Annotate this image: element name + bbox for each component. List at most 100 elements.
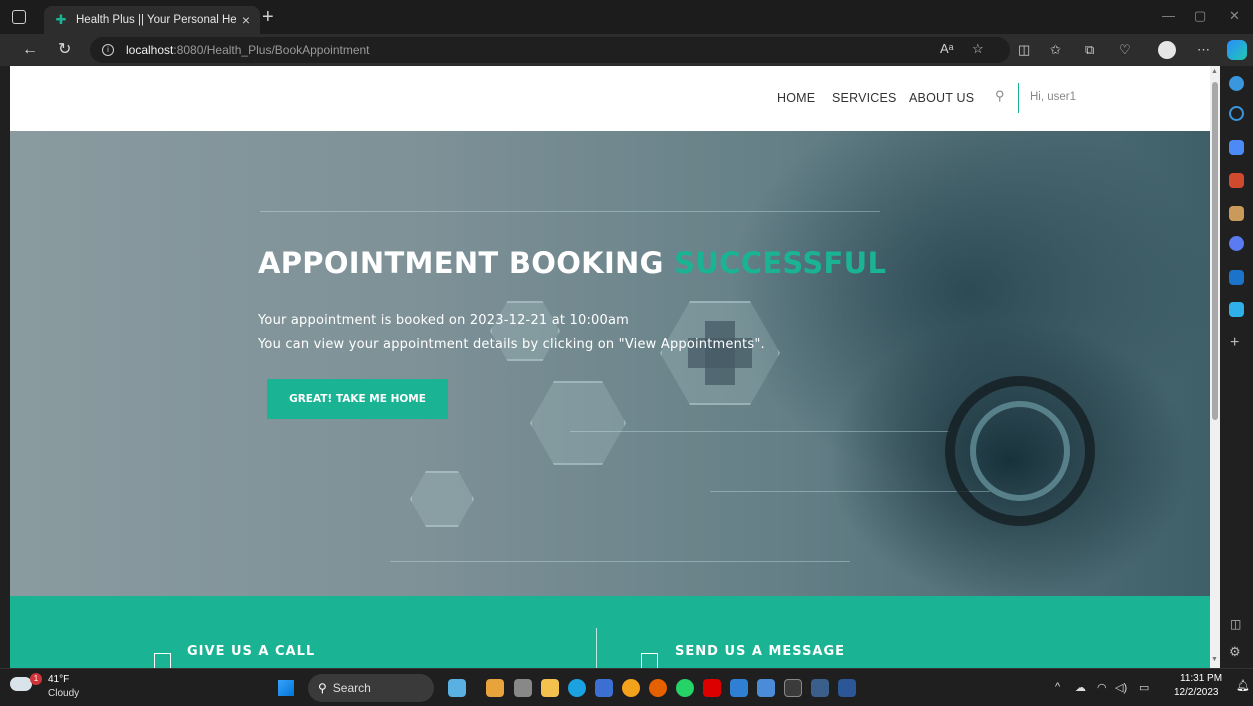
notifications-bell-icon[interactable]: 🔔︎ [1236,679,1250,692]
page-scrollbar[interactable]: ▲ ▼ [1210,66,1220,668]
contact-strip: GIVE US A CALL SEND US A MESSAGE [10,596,1210,668]
task-view-icon[interactable] [514,679,532,697]
favorites-icon[interactable]: ✩ [1050,42,1061,58]
close-window-icon[interactable]: ✕ [1229,8,1240,24]
circuit-line [710,491,990,492]
file-explorer-icon[interactable] [541,679,559,697]
nav-divider [1018,83,1019,113]
weather-temperature[interactable]: 41°F [48,674,69,685]
outlook-icon[interactable] [1229,270,1244,285]
back-icon[interactable]: ← [22,40,38,60]
clock-date[interactable]: 12/2/2023 [1174,687,1219,698]
sidebar-settings-icon[interactable]: ⚙ [1229,644,1241,660]
clock-time[interactable]: 11:31 PM [1180,673,1222,684]
teams-icon[interactable] [486,679,504,697]
scroll-thumb[interactable] [1212,82,1218,420]
minimize-icon[interactable]: — [1162,8,1175,23]
tools-icon[interactable] [1229,173,1244,188]
edge-browser-icon[interactable] [568,679,586,697]
view-appointments-hint: You can view your appointment details by… [258,337,765,352]
tab-title: Health Plus || Your Personal Healt [76,14,236,26]
circuit-line [390,561,850,562]
battery-icon[interactable]: ▭ [1139,681,1149,694]
stethoscope-chestpiece [970,401,1070,501]
netflix-icon[interactable] [703,679,721,697]
weather-badge: 1 [30,673,42,685]
site-info-icon[interactable]: i [102,44,114,56]
copilot-icon[interactable] [1227,40,1247,60]
onedrive-icon[interactable]: ☁ [1075,681,1086,694]
widgets-icon[interactable] [448,679,466,697]
browser-tab[interactable]: ✚ Health Plus || Your Personal Healt × [44,6,260,34]
more-options-icon[interactable]: ⋯ [1197,42,1210,58]
read-aloud-icon[interactable]: Aᵃ [940,41,954,56]
terminal-icon[interactable] [784,679,802,697]
search-icon[interactable]: ⚲ [995,88,1005,104]
user-greeting[interactable]: Hi, user1 [1030,91,1076,103]
wifi-icon[interactable]: ◠ [1097,681,1107,694]
cloud-weather-icon[interactable] [10,677,32,691]
word-icon[interactable] [838,679,856,697]
give-us-a-call-label: GIVE US A CALL [187,644,316,659]
hero-title-main: APPOINTMENT BOOKING [258,246,664,280]
tab-actions-icon[interactable] [12,10,26,24]
small-hexagon [410,471,474,527]
shopping-tag-icon[interactable] [1229,140,1244,155]
drop-icon[interactable] [1229,302,1244,317]
site-header: HOME SERVICES ABOUT US ⚲ Hi, user1 [10,66,1210,131]
chrome-icon[interactable] [622,679,640,697]
browser-essentials-icon[interactable]: ♡ [1119,42,1131,58]
circuit-line [260,211,880,212]
url-field[interactable]: i localhost :8080/Health_Plus/BookAppoin… [90,37,1010,63]
search-sidebar-icon[interactable] [1229,106,1244,121]
phone-icon [154,653,171,668]
calculator-icon[interactable] [730,679,748,697]
sidebar-panel-icon[interactable]: ◫ [1230,617,1241,631]
title-bar: ✚ Health Plus || Your Personal Healt × +… [0,0,1253,34]
show-hidden-icons-icon[interactable]: ^ [1055,681,1060,693]
split-screen-icon[interactable]: ◫ [1018,42,1030,58]
health-plus-favicon-icon: ✚ [55,12,67,27]
message-icon [641,653,658,668]
microsoft-store-icon[interactable] [595,679,613,697]
taskbar-search-label: Search [332,681,371,695]
collections-icon[interactable]: ⧉ [1085,42,1094,58]
games-icon[interactable] [1229,206,1244,221]
nav-about-us[interactable]: ABOUT US [909,91,974,105]
page-viewport: HOME SERVICES ABOUT US ⚲ Hi, user1 APPOI… [10,66,1210,668]
send-us-a-message-label: SEND US A MESSAGE [675,644,846,659]
taskbar-search[interactable]: ⚲ Search [308,674,434,702]
vscode-icon[interactable] [757,679,775,697]
url-path: :8080/Health_Plus/BookAppointment [173,43,370,57]
favorite-star-icon[interactable]: ☆ [972,41,984,57]
edge-sidebar: + ◫ ⚙ [1220,66,1253,668]
volume-icon[interactable]: ◁) [1115,681,1127,694]
windows-start-icon[interactable] [278,680,294,696]
notification-bell-icon[interactable] [1229,76,1244,91]
circuit-line [570,431,950,432]
profile-avatar-icon[interactable] [1158,41,1176,59]
scroll-up-icon[interactable]: ▲ [1211,68,1218,75]
firefox-icon[interactable] [649,679,667,697]
hero-title: APPOINTMENT BOOKING SUCCESSFUL [258,246,886,280]
nav-services[interactable]: SERVICES [832,91,897,105]
close-tab-icon[interactable]: × [242,12,250,28]
scroll-down-icon[interactable]: ▼ [1211,656,1218,663]
maximize-icon[interactable]: ▢ [1194,8,1206,24]
nav-home[interactable]: HOME [777,91,815,105]
hero-banner: APPOINTMENT BOOKING SUCCESSFUL Your appo… [10,131,1210,596]
new-tab-button[interactable]: + [262,6,274,28]
search-icon: ⚲ [318,681,327,695]
hero-title-accent: SUCCESSFUL [674,246,887,280]
microsoft-365-icon[interactable] [1229,236,1244,251]
address-bar: ← ↻ i localhost :8080/Health_Plus/BookAp… [0,34,1253,66]
contact-divider [596,628,597,668]
refresh-icon[interactable]: ↻ [58,40,71,60]
taskbar: 1 41°F Cloudy ⚲ Search ^ ☁ ◠ ◁) ▭ 11:31 … [0,668,1253,706]
small-hexagon [490,301,560,361]
take-me-home-button[interactable]: GREAT! TAKE ME HOME [267,379,448,419]
weather-condition[interactable]: Cloudy [48,688,79,699]
add-sidebar-app-icon[interactable]: + [1230,334,1239,352]
whatsapp-icon[interactable] [676,679,694,697]
snipping-tool-icon[interactable] [811,679,829,697]
